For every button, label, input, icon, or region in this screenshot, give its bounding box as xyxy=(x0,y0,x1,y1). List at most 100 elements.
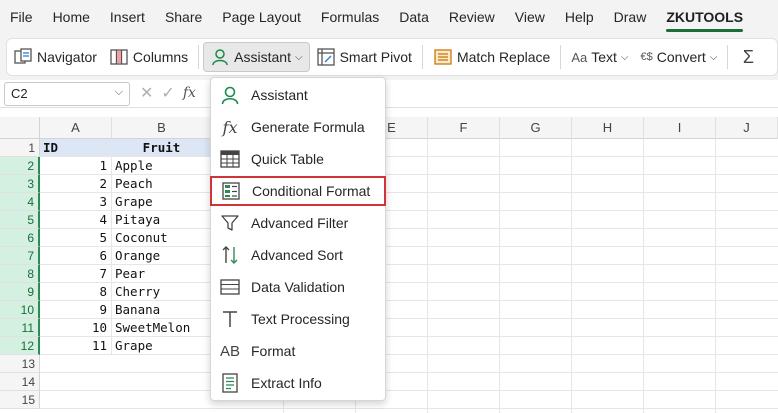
sigma-icon: Σ xyxy=(742,46,754,67)
table-cell-fruit[interactable]: Grape xyxy=(112,193,212,211)
menu-item-advanced-sort[interactable]: Advanced Sort xyxy=(211,240,387,270)
row-header[interactable]: 12 xyxy=(0,337,40,355)
menu-file[interactable]: File xyxy=(0,0,43,34)
column-header-f[interactable]: F xyxy=(428,117,500,139)
ribbon: Navigator Columns Assistant ⌵ Smart Pivo… xyxy=(0,34,778,80)
table-cell-fruit[interactable]: Orange xyxy=(112,247,212,265)
menu-item-quick-table[interactable]: Quick Table xyxy=(211,144,387,174)
table-cell-id[interactable]: 8 xyxy=(40,283,112,301)
navigator-button[interactable]: Navigator xyxy=(7,42,103,72)
chevron-down-icon: ⌵ xyxy=(620,51,629,63)
menu-item-text-processing[interactable]: Text Processing xyxy=(211,304,387,334)
column-header-h[interactable]: H xyxy=(572,117,644,139)
menu-zkutools[interactable]: ZKUTOOLS xyxy=(656,0,753,34)
table-cell-fruit[interactable]: Banana xyxy=(112,301,212,319)
select-all-corner[interactable] xyxy=(0,117,40,139)
convert-button[interactable]: €$ Convert ⌵ xyxy=(635,42,724,72)
sum-button[interactable]: Σ xyxy=(732,42,768,72)
chevron-down-icon[interactable]: ⌵ xyxy=(115,86,123,99)
column-header-i[interactable]: I xyxy=(644,117,716,139)
row-header[interactable]: 1 xyxy=(0,139,40,157)
menu-item-label: Format xyxy=(251,343,296,359)
menu-formulas[interactable]: Formulas xyxy=(311,0,389,34)
table-cell-id[interactable]: 7 xyxy=(40,265,112,283)
match-replace-button[interactable]: Match Replace xyxy=(427,42,556,72)
table-cell-id[interactable]: 3 xyxy=(40,193,112,211)
table-cell-fruit[interactable]: Apple xyxy=(112,157,212,175)
row-header[interactable]: 6 xyxy=(0,229,40,247)
row-header[interactable]: 2 xyxy=(0,157,40,175)
text-t-icon xyxy=(219,308,241,330)
table-cell-id[interactable]: 11 xyxy=(40,337,112,355)
table-cell-fruit[interactable]: Pear xyxy=(112,265,212,283)
filter-icon xyxy=(219,212,241,234)
row-header[interactable]: 10 xyxy=(0,301,40,319)
data-validation-icon xyxy=(219,276,241,298)
confirm-icon[interactable]: ✓ xyxy=(161,83,174,103)
navigator-icon xyxy=(13,47,33,67)
table-cell-id[interactable]: 2 xyxy=(40,175,112,193)
menu-home[interactable]: Home xyxy=(43,0,100,34)
row-header[interactable]: 5 xyxy=(0,211,40,229)
menu-data[interactable]: Data xyxy=(389,0,439,34)
menu-item-extract-info[interactable]: Extract Info xyxy=(211,368,387,398)
smart-pivot-button[interactable]: Smart Pivot xyxy=(310,42,418,72)
fx-icon[interactable]: fx xyxy=(183,85,196,101)
row-header[interactable]: 11 xyxy=(0,319,40,337)
table-cell-id[interactable]: 6 xyxy=(40,247,112,265)
table-cell-fruit[interactable]: Peach xyxy=(112,175,212,193)
table-cell-id[interactable]: 9 xyxy=(40,301,112,319)
cancel-icon[interactable]: ✕ xyxy=(140,83,153,103)
row-header[interactable]: 7 xyxy=(0,247,40,265)
menu-draw[interactable]: Draw xyxy=(604,0,657,34)
table-cell-id[interactable]: 5 xyxy=(40,229,112,247)
columns-button[interactable]: Columns xyxy=(103,42,194,72)
row-header[interactable]: 4 xyxy=(0,193,40,211)
columns-label: Columns xyxy=(132,49,189,65)
column-header-b[interactable]: B xyxy=(112,117,212,139)
text-button[interactable]: Aa Text ⌵ xyxy=(565,42,634,72)
table-cell-fruit[interactable]: Cherry xyxy=(112,283,212,301)
table-cell-fruit[interactable]: Grape xyxy=(112,337,212,355)
cell-a1[interactable]: ID xyxy=(40,139,112,157)
navigator-label: Navigator xyxy=(37,49,97,65)
menu-item-label: Conditional Format xyxy=(252,183,371,199)
menu-item-data-validation[interactable]: Data Validation xyxy=(211,272,387,302)
row-header[interactable]: 3 xyxy=(0,175,40,193)
name-box[interactable]: C2 ⌵ xyxy=(4,82,130,106)
row-header[interactable]: 13 xyxy=(0,355,40,373)
table-cell-id[interactable]: 1 xyxy=(40,157,112,175)
column-header-g[interactable]: G xyxy=(500,117,572,139)
row-header[interactable]: 8 xyxy=(0,265,40,283)
empty-cells-area[interactable] xyxy=(40,355,212,413)
column-header-a[interactable]: A xyxy=(40,117,112,139)
row-header[interactable]: 14 xyxy=(0,373,40,391)
column-header-j[interactable]: J xyxy=(716,117,778,139)
cell-b1[interactable]: Fruit xyxy=(112,139,212,157)
row-header[interactable]: 15 xyxy=(0,391,40,409)
menu-item-format[interactable]: AB Format xyxy=(211,336,387,366)
table-cell-fruit[interactable]: Coconut xyxy=(112,229,212,247)
menu-item-assistant[interactable]: Assistant xyxy=(211,80,387,110)
menu-review[interactable]: Review xyxy=(439,0,505,34)
menu-page-layout[interactable]: Page Layout xyxy=(212,0,311,34)
menu-view[interactable]: View xyxy=(505,0,555,34)
menu-help[interactable]: Help xyxy=(555,0,604,34)
menu-item-label: Data Validation xyxy=(251,279,345,295)
menu-item-generate-formula[interactable]: fx Generate Formula xyxy=(211,112,387,142)
menu-share[interactable]: Share xyxy=(155,0,212,34)
menu-item-conditional-format[interactable]: Conditional Format xyxy=(210,176,386,206)
table-cell-id[interactable]: 10 xyxy=(40,319,112,337)
smart-pivot-label: Smart Pivot xyxy=(339,49,412,65)
menu-item-label: Text Processing xyxy=(251,311,350,327)
assistant-dropdown-menu: Assistant fx Generate Formula Quick Tabl… xyxy=(210,77,386,401)
table-cell-fruit[interactable]: Pitaya xyxy=(112,211,212,229)
menu-insert[interactable]: Insert xyxy=(100,0,155,34)
table-cell-id[interactable]: 4 xyxy=(40,211,112,229)
menu-item-advanced-filter[interactable]: Advanced Filter xyxy=(211,208,387,238)
menu-bar: File Home Insert Share Page Layout Formu… xyxy=(0,0,778,34)
table-cell-fruit[interactable]: SweetMelon xyxy=(112,319,212,337)
pivot-icon xyxy=(316,47,336,67)
assistant-button[interactable]: Assistant ⌵ xyxy=(203,42,310,72)
row-header[interactable]: 9 xyxy=(0,283,40,301)
